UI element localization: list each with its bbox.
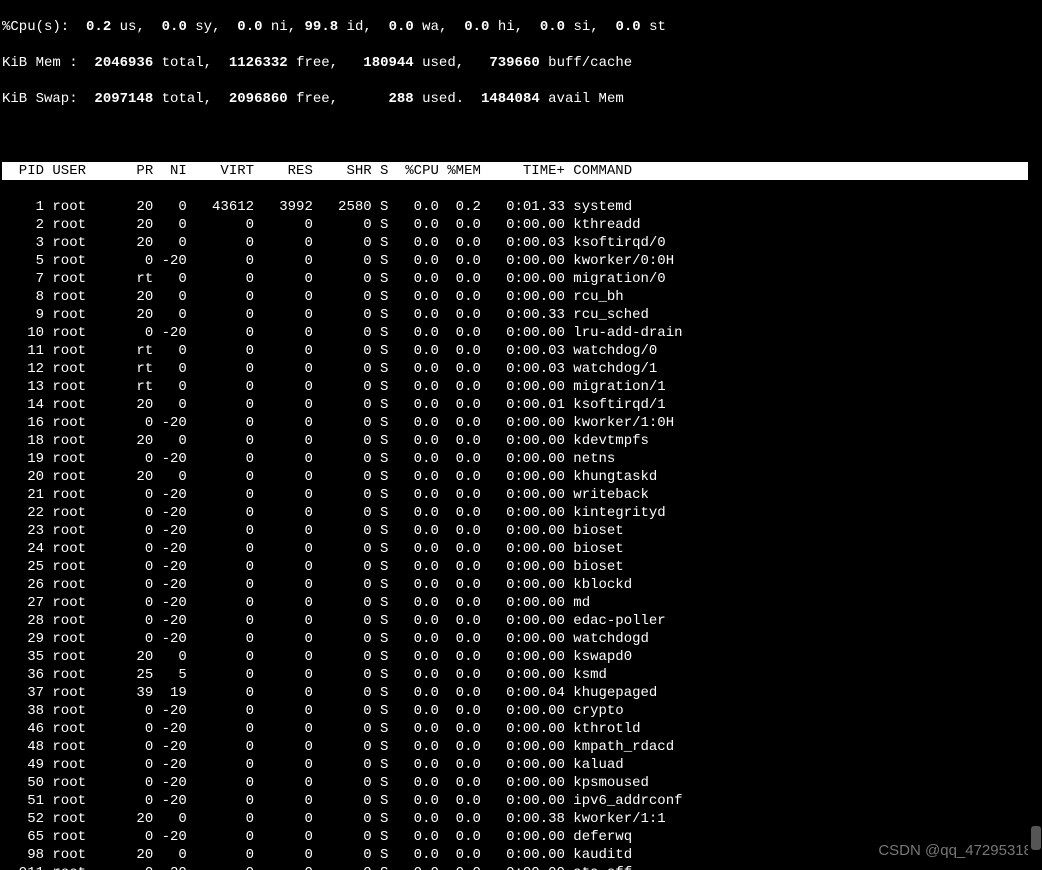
process-row: 2 root 20 0 0 0 0 S 0.0 0.0 0:00.00 kthr…	[2, 216, 1040, 234]
process-row: 52 root 20 0 0 0 0 S 0.0 0.0 0:00.38 kwo…	[2, 810, 1040, 828]
process-row: 25 root 0 -20 0 0 0 S 0.0 0.0 0:00.00 bi…	[2, 558, 1040, 576]
process-row: 1 root 20 0 43612 3992 2580 S 0.0 0.2 0:…	[2, 198, 1040, 216]
process-row: 35 root 20 0 0 0 0 S 0.0 0.0 0:00.00 ksw…	[2, 648, 1040, 666]
process-row: 24 root 0 -20 0 0 0 S 0.0 0.0 0:00.00 bi…	[2, 540, 1040, 558]
process-row: 38 root 0 -20 0 0 0 S 0.0 0.0 0:00.00 cr…	[2, 702, 1040, 720]
process-row: 50 root 0 -20 0 0 0 S 0.0 0.0 0:00.00 kp…	[2, 774, 1040, 792]
scrollbar[interactable]	[1028, 0, 1042, 870]
process-row: 26 root 0 -20 0 0 0 S 0.0 0.0 0:00.00 kb…	[2, 576, 1040, 594]
process-row: 21 root 0 -20 0 0 0 S 0.0 0.0 0:00.00 wr…	[2, 486, 1040, 504]
process-row: 29 root 0 -20 0 0 0 S 0.0 0.0 0:00.00 wa…	[2, 630, 1040, 648]
process-row: 3 root 20 0 0 0 0 S 0.0 0.0 0:00.03 ksof…	[2, 234, 1040, 252]
process-row: 36 root 25 5 0 0 0 S 0.0 0.0 0:00.00 ksm…	[2, 666, 1040, 684]
blank-line	[2, 126, 1040, 144]
cpu-line: %Cpu(s): 0.2 us, 0.0 sy, 0.0 ni, 99.8 id…	[2, 18, 1040, 36]
process-row: 18 root 20 0 0 0 0 S 0.0 0.0 0:00.00 kde…	[2, 432, 1040, 450]
process-row: 49 root 0 -20 0 0 0 S 0.0 0.0 0:00.00 ka…	[2, 756, 1040, 774]
process-row: 911 root 0 -20 0 0 0 S 0.0 0.0 0:00.00 a…	[2, 864, 1040, 870]
watermark: CSDN @qq_47295318	[878, 842, 1032, 860]
process-row: 11 root rt 0 0 0 0 S 0.0 0.0 0:00.03 wat…	[2, 342, 1040, 360]
mem-line: KiB Mem : 2046936 total, 1126332 free, 1…	[2, 54, 1040, 72]
process-row: 8 root 20 0 0 0 0 S 0.0 0.0 0:00.00 rcu_…	[2, 288, 1040, 306]
terminal[interactable]: %Cpu(s): 0.2 us, 0.0 sy, 0.0 ni, 99.8 id…	[0, 0, 1042, 870]
scroll-thumb[interactable]	[1031, 826, 1041, 850]
process-row: 19 root 0 -20 0 0 0 S 0.0 0.0 0:00.00 ne…	[2, 450, 1040, 468]
process-row: 37 root 39 19 0 0 0 S 0.0 0.0 0:00.04 kh…	[2, 684, 1040, 702]
process-row: 48 root 0 -20 0 0 0 S 0.0 0.0 0:00.00 km…	[2, 738, 1040, 756]
process-row: 28 root 0 -20 0 0 0 S 0.0 0.0 0:00.00 ed…	[2, 612, 1040, 630]
process-row: 12 root rt 0 0 0 0 S 0.0 0.0 0:00.03 wat…	[2, 360, 1040, 378]
process-row: 22 root 0 -20 0 0 0 S 0.0 0.0 0:00.00 ki…	[2, 504, 1040, 522]
process-row: 20 root 20 0 0 0 0 S 0.0 0.0 0:00.00 khu…	[2, 468, 1040, 486]
process-row: 13 root rt 0 0 0 0 S 0.0 0.0 0:00.00 mig…	[2, 378, 1040, 396]
process-row: 5 root 0 -20 0 0 0 S 0.0 0.0 0:00.00 kwo…	[2, 252, 1040, 270]
process-row: 9 root 20 0 0 0 0 S 0.0 0.0 0:00.33 rcu_…	[2, 306, 1040, 324]
process-row: 23 root 0 -20 0 0 0 S 0.0 0.0 0:00.00 bi…	[2, 522, 1040, 540]
process-row: 7 root rt 0 0 0 0 S 0.0 0.0 0:00.00 migr…	[2, 270, 1040, 288]
process-row: 51 root 0 -20 0 0 0 S 0.0 0.0 0:00.00 ip…	[2, 792, 1040, 810]
process-row: 16 root 0 -20 0 0 0 S 0.0 0.0 0:00.00 kw…	[2, 414, 1040, 432]
process-row: 10 root 0 -20 0 0 0 S 0.0 0.0 0:00.00 lr…	[2, 324, 1040, 342]
column-header[interactable]: PID USER PR NI VIRT RES SHR S %CPU %MEM …	[2, 162, 1040, 180]
process-row: 27 root 0 -20 0 0 0 S 0.0 0.0 0:00.00 md	[2, 594, 1040, 612]
process-list: 1 root 20 0 43612 3992 2580 S 0.0 0.2 0:…	[2, 198, 1040, 870]
swap-line: KiB Swap: 2097148 total, 2096860 free, 2…	[2, 90, 1040, 108]
process-row: 14 root 20 0 0 0 0 S 0.0 0.0 0:00.01 kso…	[2, 396, 1040, 414]
process-row: 46 root 0 -20 0 0 0 S 0.0 0.0 0:00.00 kt…	[2, 720, 1040, 738]
